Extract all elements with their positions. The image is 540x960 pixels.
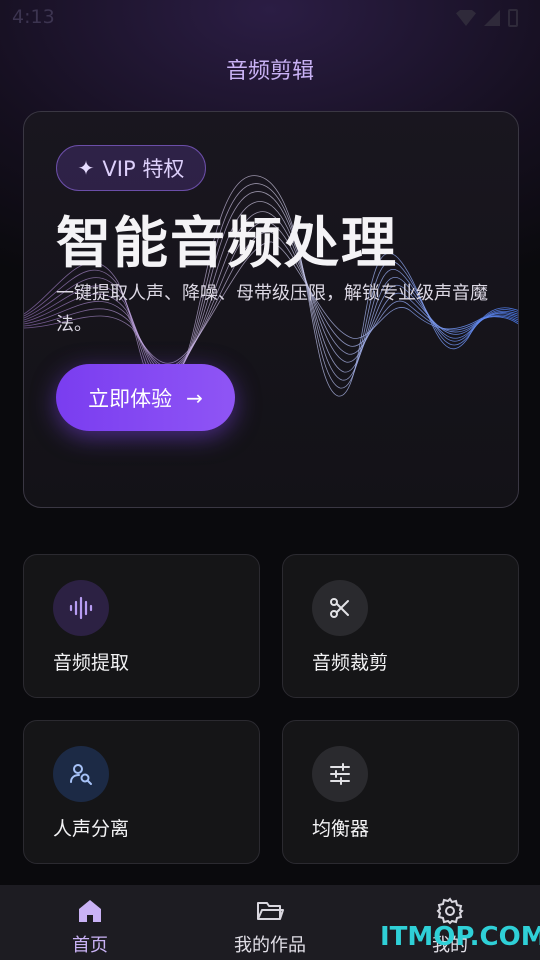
status-time: 4:13	[12, 6, 55, 28]
sparkle-icon: ✦	[77, 156, 95, 180]
feature-label: 音频提取	[53, 652, 130, 674]
folder-icon	[257, 902, 284, 920]
audio-wave-icon	[53, 580, 109, 636]
feature-label: 音频裁剪	[312, 652, 389, 674]
try-now-button[interactable]: 立即体验 →	[56, 364, 235, 431]
nav-my-works[interactable]: 我的作品	[180, 885, 360, 960]
equalizer-icon	[312, 746, 368, 802]
hero-card: ✦ VIP 特权 智能音频处理 一键提取人声、降噪、母带级压限，解锁专业级声音魔…	[23, 111, 519, 508]
nav-label: 首页	[72, 935, 108, 956]
home-icon	[79, 900, 101, 922]
arrow-right-icon: →	[186, 385, 203, 410]
feature-label: 均衡器	[312, 818, 370, 840]
wifi-icon	[456, 10, 476, 26]
scissors-icon	[312, 580, 368, 636]
signal-icon	[484, 10, 500, 26]
vip-badge: ✦ VIP 特权	[56, 145, 206, 191]
battery-icon	[508, 9, 518, 27]
vip-badge-label: VIP 特权	[102, 157, 185, 181]
nav-home[interactable]: 首页	[0, 885, 180, 960]
feature-audio-extract[interactable]: 音频提取	[23, 554, 260, 698]
nav-label: 我的作品	[234, 935, 306, 956]
gear-icon	[436, 897, 464, 925]
status-bar: 4:13	[0, 0, 540, 34]
feature-label: 人声分离	[53, 818, 130, 840]
try-now-label: 立即体验	[88, 386, 173, 411]
status-icons	[456, 8, 518, 28]
person-search-icon	[53, 746, 109, 802]
feature-vocal-separation[interactable]: 人声分离	[23, 720, 260, 864]
feature-equalizer[interactable]: 均衡器	[282, 720, 519, 864]
feature-audio-trim[interactable]: 音频裁剪	[282, 554, 519, 698]
hero-title: 智能音频处理	[56, 211, 399, 275]
page-title: 音频剪辑	[225, 59, 314, 84]
hero-description: 一键提取人声、降噪、母带级压限，解锁专业级声音魔法。	[56, 283, 488, 335]
watermark: ITMOP.COM	[380, 922, 540, 952]
